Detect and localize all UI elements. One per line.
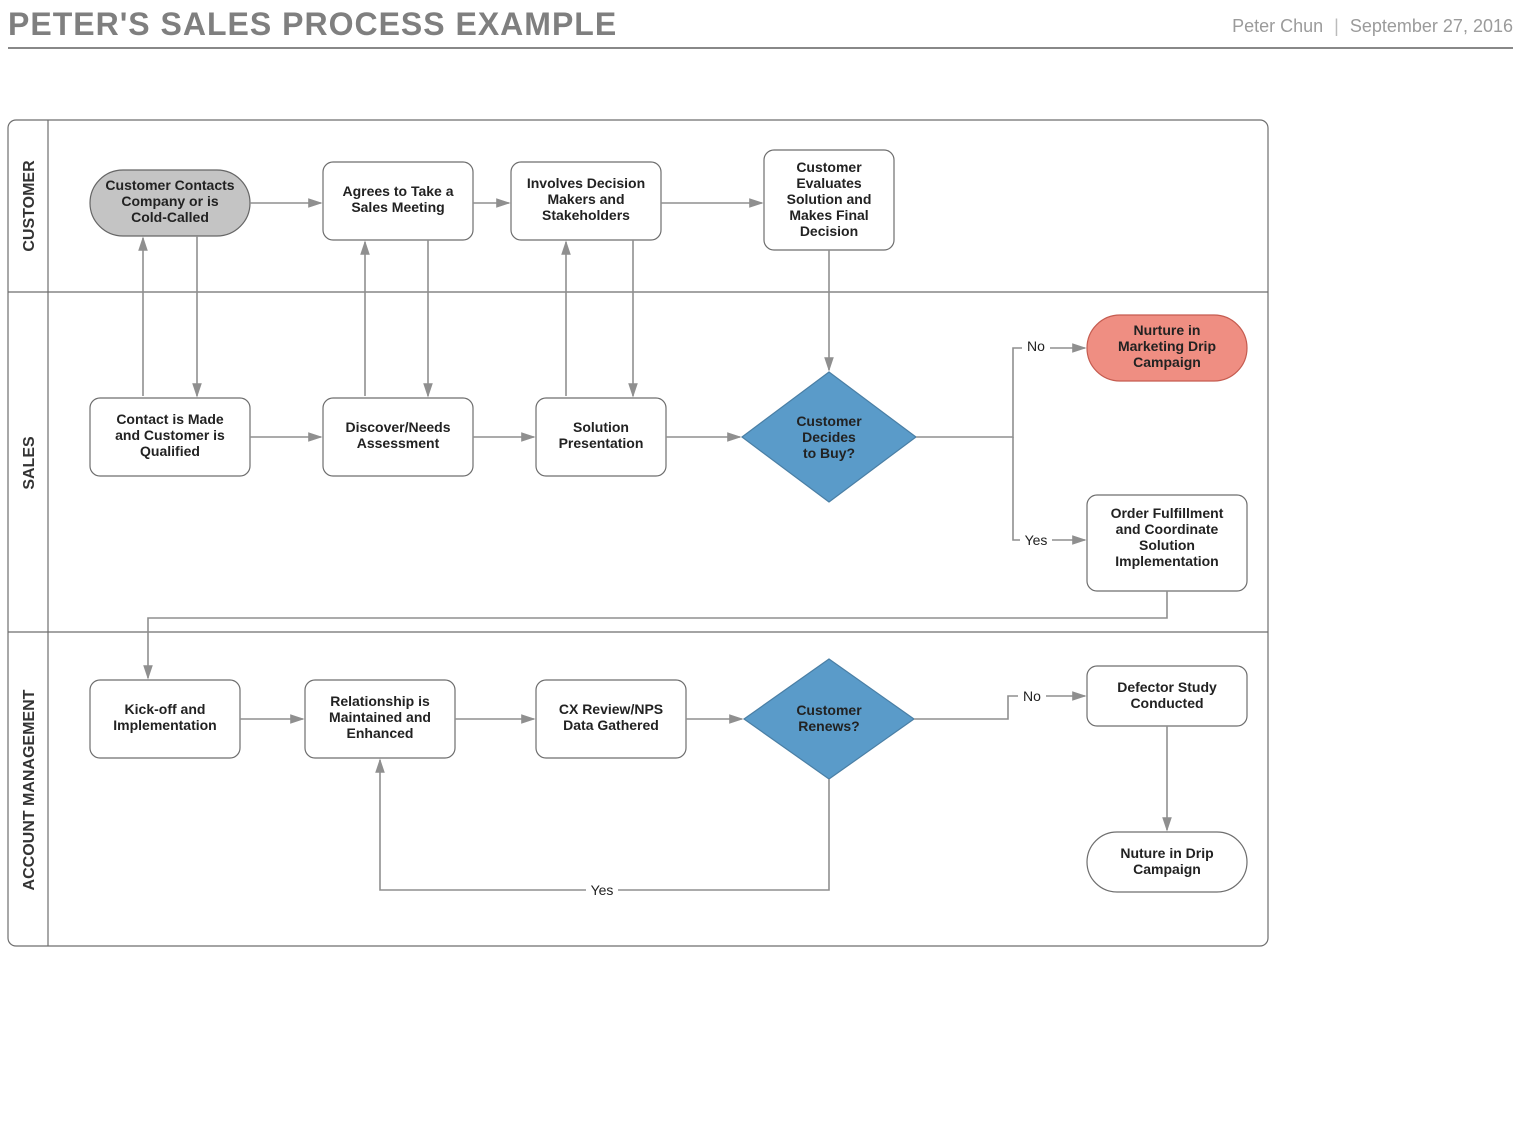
edge-a4-no [914, 696, 1085, 719]
t-s3a: Solution [573, 419, 629, 435]
lane-label-account: ACCOUNT MANAGEMENT [21, 689, 38, 890]
edge-s6-a1 [148, 591, 1167, 678]
t-c1c: Cold-Called [131, 209, 209, 225]
t-a2a: Relationship is [330, 693, 430, 709]
t-s2a: Discover/Needs [345, 419, 450, 435]
t-a3b: Data Gathered [563, 717, 659, 733]
t-c3a: Involves Decision [527, 175, 645, 191]
t-s5a: Nurture in [1134, 322, 1201, 338]
edge-s4-no [916, 348, 1085, 437]
t-c3c: Stakeholders [542, 207, 630, 223]
lane-label-sales: SALES [21, 436, 38, 490]
t-s3b: Presentation [559, 435, 644, 451]
t-a5a: Defector Study [1117, 679, 1217, 695]
meta-divider: | [1334, 16, 1339, 36]
t-a6b: Campaign [1133, 861, 1201, 877]
t-c4a: Customer [796, 159, 862, 175]
t-s1c: Qualified [140, 443, 200, 459]
flowchart-svg: CUSTOMER SALES ACCOUNT MANAGEMENT Custom… [8, 120, 1268, 950]
header-author: Peter Chun [1232, 16, 1323, 36]
t-c4b: Evaluates [796, 175, 862, 191]
t-a1a: Kick-off and [125, 701, 206, 717]
edge-label-yes-2: Yes [591, 882, 614, 898]
header-date: September 27, 2016 [1350, 16, 1513, 36]
t-s4b: Decides [802, 429, 856, 445]
t-a4b: Renews? [798, 718, 859, 734]
page-title: PETER'S SALES PROCESS EXAMPLE [8, 6, 617, 42]
t-a3a: CX Review/NPS [559, 701, 663, 717]
page: PETER'S SALES PROCESS EXAMPLE Peter Chun… [0, 0, 1521, 1140]
header-meta: Peter Chun | September 27, 2016 [1232, 16, 1513, 37]
t-c1a: Customer Contacts [105, 177, 234, 193]
t-c4c: Solution and [787, 191, 872, 207]
t-s5c: Campaign [1133, 354, 1201, 370]
edge-s4-yes [1013, 437, 1085, 540]
t-s5b: Marketing Drip [1118, 338, 1216, 354]
t-s4c: to Buy? [803, 445, 855, 461]
t-s6b: and Coordinate [1116, 521, 1219, 537]
t-a2c: Enhanced [347, 725, 414, 741]
lane-label-customer: CUSTOMER [21, 160, 38, 252]
header: PETER'S SALES PROCESS EXAMPLE Peter Chun… [8, 6, 1513, 49]
t-a2b: Maintained and [329, 709, 431, 725]
t-c4e: Decision [800, 223, 858, 239]
t-c2b: Sales Meeting [351, 199, 444, 215]
t-a6a: Nuture in Drip [1120, 845, 1213, 861]
t-s2b: Assessment [357, 435, 440, 451]
t-s6c: Solution [1139, 537, 1195, 553]
edge-label-yes-1: Yes [1025, 532, 1048, 548]
t-c2a: Agrees to Take a [342, 183, 453, 199]
t-a5b: Conducted [1130, 695, 1203, 711]
t-s1b: and Customer is [115, 427, 225, 443]
diagram: CUSTOMER SALES ACCOUNT MANAGEMENT Custom… [8, 120, 1268, 955]
t-s6a: Order Fulfillment [1111, 505, 1224, 521]
t-c4d: Makes Final [789, 207, 868, 223]
edge-a4-yes [380, 760, 829, 890]
edge-label-no-1: No [1027, 338, 1045, 354]
t-a4a: Customer [796, 702, 862, 718]
t-s1a: Contact is Made [116, 411, 224, 427]
t-s6d: Implementation [1115, 553, 1218, 569]
t-c1b: Company or is [121, 193, 218, 209]
t-s4a: Customer [796, 413, 862, 429]
t-a1b: Implementation [113, 717, 216, 733]
edge-label-no-2: No [1023, 688, 1041, 704]
t-c3b: Makers and [547, 191, 624, 207]
